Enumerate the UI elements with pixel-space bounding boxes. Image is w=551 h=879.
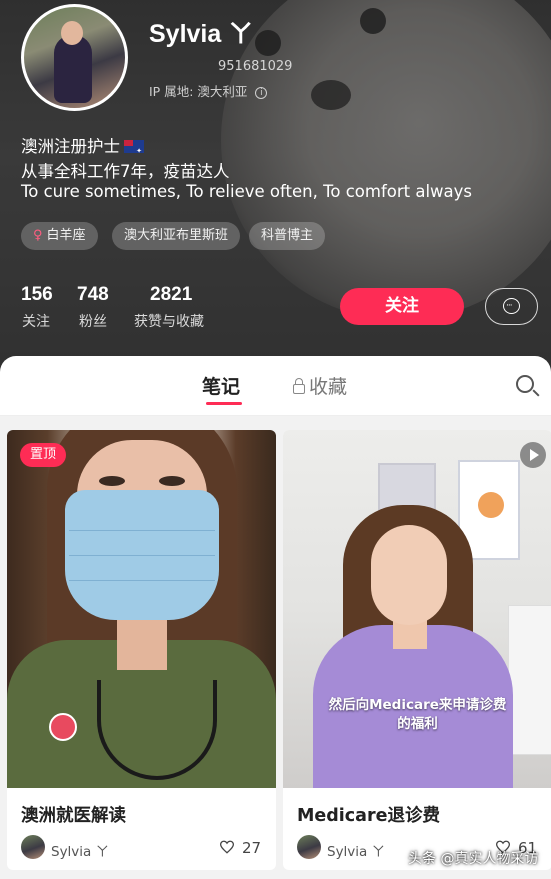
profile-header: Sylvia ㄚ 951681029 IP 属地: 澳大利亚 i 澳洲注册护士 从… — [0, 0, 551, 390]
profile-avatar[interactable] — [21, 4, 128, 111]
profile-name: Sylvia ㄚ — [149, 20, 254, 48]
followers-count[interactable]: 748 — [77, 284, 109, 306]
like-count: 27 — [242, 839, 262, 857]
pinned-badge: 置顶 — [20, 443, 66, 467]
post-cover-image[interactable]: 置顶 — [7, 430, 276, 788]
follow-button[interactable]: 关注 — [340, 288, 464, 325]
message-button[interactable]: ··· — [485, 288, 538, 325]
following-count[interactable]: 156 — [21, 284, 53, 306]
tag-location[interactable]: 澳大利亚布里斯班 — [112, 222, 241, 250]
likes-collections-count[interactable]: 2821 — [150, 284, 192, 306]
bio-line-3: To cure sometimes, To relieve often, To … — [21, 182, 473, 201]
bio-line-2: 从事全科工作7年，疫苗达人 — [21, 162, 230, 181]
post-card[interactable]: 置顶 澳洲就医解读 Sylvia ㄚ 27 — [7, 430, 276, 870]
ip-location-text: IP 属地: 澳大利亚 — [149, 84, 248, 99]
tab-active-indicator — [206, 402, 242, 405]
lock-icon — [293, 378, 305, 394]
author-avatar[interactable] — [297, 835, 321, 859]
profile-user-id[interactable]: 951681029 — [218, 59, 292, 74]
search-icon[interactable] — [516, 375, 534, 393]
tag-zodiac[interactable]: ♀ 白羊座 — [21, 222, 98, 250]
author-name[interactable]: Sylvia ㄚ — [51, 840, 109, 860]
post-card[interactable]: 然后向Medicare来申请诊费 的福利 Medicare退诊费 Sylvia … — [283, 430, 551, 870]
likes-collections-label[interactable]: 获赞与收藏 — [134, 311, 204, 331]
followers-label[interactable]: 粉丝 — [79, 311, 107, 331]
heart-icon[interactable] — [219, 840, 235, 854]
tag-category[interactable]: 科普博主 — [249, 222, 326, 250]
tab-notes[interactable]: 笔记 — [202, 372, 240, 399]
australia-flag-icon — [124, 140, 144, 155]
content-tabs: 笔记 收藏 — [0, 356, 551, 416]
bio-line-1: 澳洲注册护士 — [21, 133, 144, 157]
author-avatar[interactable] — [21, 835, 45, 859]
venus-icon: ♀ — [33, 228, 43, 243]
post-cover-video[interactable]: 然后向Medicare来申请诊费 的福利 — [283, 430, 551, 788]
play-icon — [520, 442, 546, 468]
tab-favorites[interactable]: 收藏 — [293, 372, 347, 399]
post-title[interactable]: 澳洲就医解读 — [21, 802, 126, 827]
video-caption: 然后向Medicare来申请诊费 的福利 — [328, 697, 507, 732]
watermark: 头条 @真实人物采访 — [408, 851, 539, 867]
author-name[interactable]: Sylvia ㄚ — [327, 840, 385, 860]
info-icon[interactable]: i — [255, 87, 268, 99]
following-label[interactable]: 关注 — [22, 311, 50, 331]
post-title[interactable]: Medicare退诊费 — [297, 802, 440, 827]
ip-location: IP 属地: 澳大利亚 i — [149, 81, 268, 100]
